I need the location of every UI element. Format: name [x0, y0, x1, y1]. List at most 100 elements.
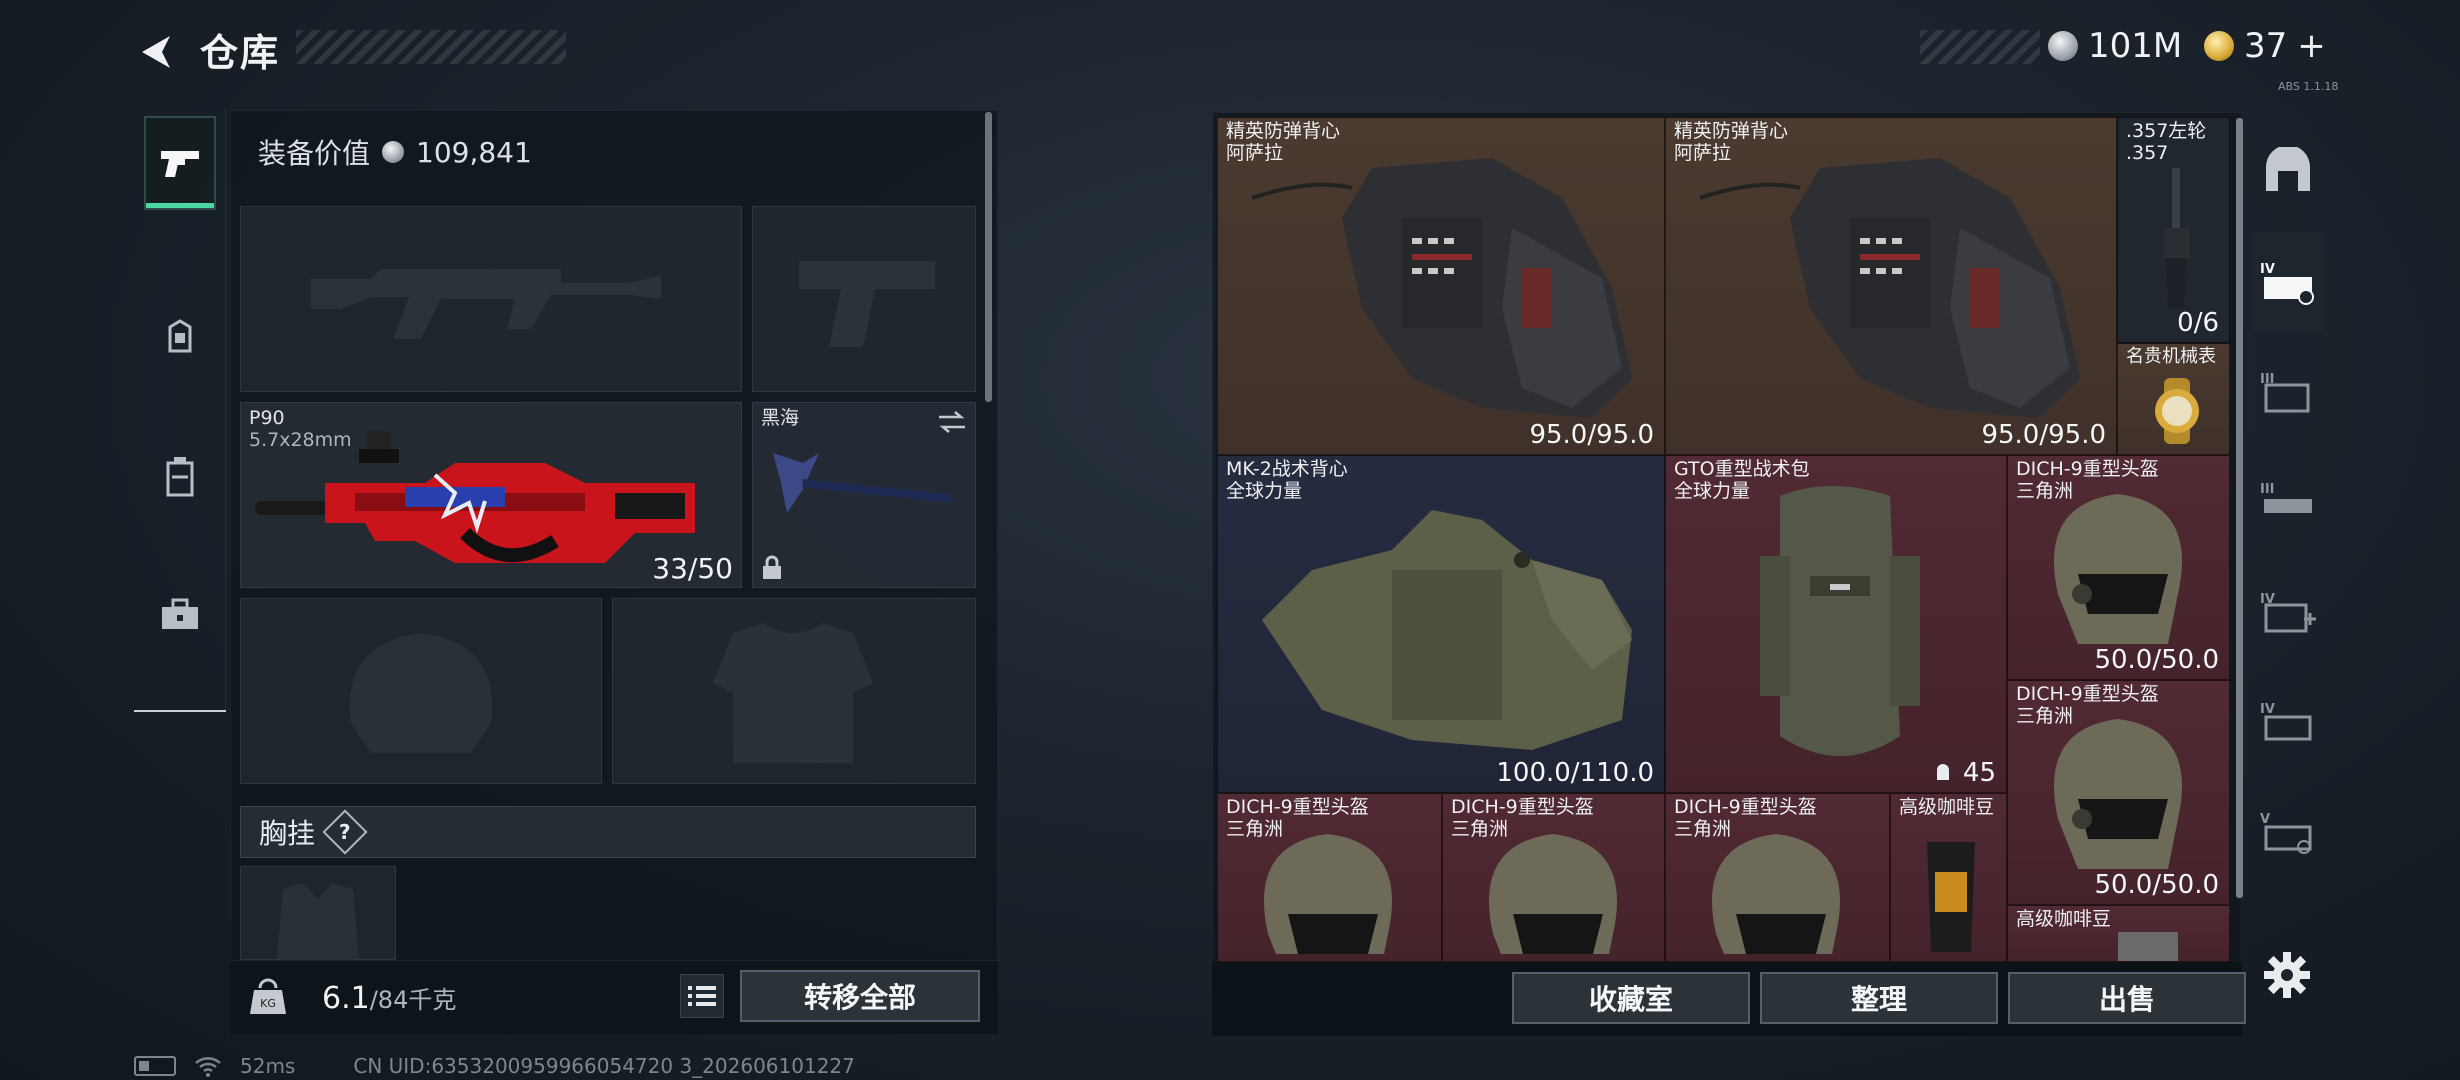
- stash-item-dich9-helmet-1[interactable]: DICH-9重型头盔 三角洲 50.0/50.0: [2007, 455, 2230, 680]
- item-sub: 阿萨拉: [1226, 142, 1284, 164]
- filter-level-iii-rig-tab[interactable]: III: [2252, 452, 2324, 552]
- item-name: DICH-9重型头盔: [2016, 458, 2159, 480]
- backpack-image: [1760, 486, 1920, 756]
- secondary-weapon-slot-empty[interactable]: [752, 206, 976, 392]
- helmet-image: [1712, 834, 1840, 954]
- weapon-ammo-count: 33/50: [652, 552, 733, 585]
- silver-coin-icon: [382, 141, 405, 163]
- stash-item-dich9-helmet-5[interactable]: DICH-9重型头盔 三角洲: [1665, 793, 1890, 962]
- list-view-button[interactable]: [680, 974, 724, 1018]
- primary-weapon-slot-empty[interactable]: [240, 206, 742, 392]
- category-tab-rail: [134, 108, 226, 712]
- stash-item-mk2-vest[interactable]: MK-2战术背心 全球力量 100.0/110.0: [1217, 455, 1665, 793]
- helmet-image: [2054, 494, 2182, 644]
- gold-currency-add[interactable]: +: [2297, 26, 2326, 66]
- item-name: DICH-9重型头盔: [2016, 683, 2159, 705]
- organize-button[interactable]: 整理: [1760, 972, 1998, 1024]
- gold-currency[interactable]: 37 +: [2204, 26, 2326, 66]
- helmet-slot-empty[interactable]: [240, 598, 602, 784]
- backpack-icon: [168, 319, 192, 353]
- swap-icon[interactable]: [937, 411, 967, 433]
- filter-level-iv-medkit-tab[interactable]: IV: [2252, 562, 2324, 662]
- filter-all-tab[interactable]: [2252, 120, 2324, 220]
- battery-icon: [134, 1056, 176, 1076]
- silver-currency[interactable]: 101M: [2048, 26, 2182, 66]
- loadout-scrollbar[interactable]: [985, 112, 992, 402]
- lock-icon: [763, 555, 781, 579]
- transfer-all-button[interactable]: 转移全部: [740, 970, 980, 1022]
- armor-vest-image: [1251, 158, 1632, 418]
- primary-weapon-slot-p90[interactable]: P90 5.7x28mm 33/50: [240, 402, 742, 588]
- stash-item-dich9-helmet-3[interactable]: DICH-9重型头盔 三角洲: [1217, 793, 1442, 962]
- equipment-value-label: 装备价值: [258, 137, 371, 170]
- revolver-image: [2164, 168, 2190, 308]
- svg-text:KG: KG: [260, 997, 276, 1010]
- filter-level-iii-armor-tab[interactable]: III: [2252, 342, 2324, 442]
- help-icon[interactable]: ?: [322, 809, 368, 855]
- stash-item-dich9-helmet-2[interactable]: DICH-9重型头盔 三角洲 50.0/50.0: [2007, 680, 2230, 905]
- player-uid: CN UID:6353200959966054720 3_20260610122…: [353, 1054, 855, 1078]
- item-name: 高级咖啡豆: [2016, 908, 2112, 930]
- page-title: 仓库: [200, 31, 281, 75]
- wifi-icon: [195, 1057, 221, 1077]
- stash-item-gto-backpack[interactable]: GTO重型战术包 全球力量 45: [1665, 455, 2007, 793]
- weapons-tab[interactable]: [144, 116, 216, 210]
- melee-name: 黑海: [761, 407, 800, 429]
- svg-text:V: V: [2260, 812, 2270, 827]
- consumables-tab[interactable]: [144, 430, 216, 524]
- item-name: MK-2战术背心: [1226, 458, 1348, 480]
- chest-rig-label: 胸挂: [259, 817, 316, 850]
- item-sub: 三角洲: [1451, 818, 1509, 840]
- level-iv-medkit-icon: IV: [2260, 592, 2316, 633]
- item-sub: 阿萨拉: [1674, 142, 1732, 164]
- svg-text:IV: IV: [2260, 702, 2275, 717]
- item-durability: 50.0/50.0: [2094, 870, 2219, 900]
- stash-scrollbar[interactable]: [2236, 118, 2243, 898]
- system-status-bar: 52ms CN UID:6353200959966054720 3_202606…: [134, 1054, 855, 1078]
- stash-item-luxury-watch[interactable]: 名贵机械表: [2117, 343, 2230, 455]
- equipment-value-amount: 109,841: [416, 135, 532, 169]
- all-icon: [2266, 147, 2310, 191]
- melee-weapon-slot[interactable]: 黑海: [752, 402, 976, 588]
- settings-gear-icon[interactable]: [2262, 950, 2312, 1000]
- coffee-bag-image: [1927, 842, 1975, 952]
- chest-rig-slot-empty[interactable]: [240, 866, 396, 960]
- item-sub: 三角洲: [1674, 818, 1732, 840]
- axe-weapon-image: [773, 453, 953, 513]
- rifle-silhouette-icon: [311, 269, 661, 339]
- helmet-silhouette-icon: [349, 633, 493, 753]
- stash-item-premium-coffee-1[interactable]: 高级咖啡豆: [1890, 793, 2007, 962]
- tools-tab[interactable]: [144, 568, 216, 662]
- item-durability: 95.0/95.0: [1529, 420, 1654, 450]
- toolbox-icon: [162, 598, 198, 629]
- item-sub: 全球力量: [1226, 480, 1303, 502]
- stash-item-elite-vest-2[interactable]: 精英防弹背心 阿萨拉 95.0/95.0: [1665, 117, 2117, 455]
- item-durability: 50.0/50.0: [2094, 645, 2219, 675]
- item-durability: 95.0/95.0: [1981, 420, 2106, 450]
- item-name: 高级咖啡豆: [1899, 796, 1995, 818]
- gear-tab[interactable]: [144, 290, 216, 384]
- silver-currency-value: 101M: [2088, 26, 2183, 66]
- item-sub: 三角洲: [2016, 705, 2074, 727]
- currency-stripe-decoration: [1920, 30, 2040, 64]
- stash-item-357-revolver[interactable]: .357左轮 .357 0/6: [2117, 117, 2230, 343]
- stash-item-dich9-helmet-4[interactable]: DICH-9重型头盔 三角洲: [1442, 793, 1665, 962]
- back-button[interactable]: [128, 24, 184, 80]
- version-code: ABS 1.1.18: [2278, 80, 2339, 93]
- stash-item-premium-coffee-2[interactable]: 高级咖啡豆: [2007, 905, 2230, 962]
- level-v-pack-icon: V: [2260, 812, 2312, 854]
- tab-rail-divider: [134, 710, 226, 712]
- filter-level-v-pack-tab[interactable]: V: [2252, 782, 2324, 882]
- item-name: DICH-9重型头盔: [1451, 796, 1594, 818]
- carry-weight: 6.1/84千克: [322, 980, 456, 1016]
- filter-level-iv-pack-tab[interactable]: IV: [2252, 672, 2324, 772]
- stash-item-elite-vest-1[interactable]: 精英防弹背心 阿萨拉 95.0/95.0: [1217, 117, 1665, 455]
- item-sub: 三角洲: [2016, 480, 2074, 502]
- filter-level-iv-armor-tab[interactable]: IV: [2252, 232, 2324, 332]
- item-name: 名贵机械表: [2126, 346, 2216, 367]
- item-sub: 三角洲: [1226, 818, 1284, 840]
- body-armor-slot-empty[interactable]: [612, 598, 976, 784]
- collection-room-button[interactable]: 收藏室: [1512, 972, 1750, 1024]
- sell-button[interactable]: 出售: [2008, 972, 2246, 1024]
- armor-silhouette-icon: [713, 623, 873, 763]
